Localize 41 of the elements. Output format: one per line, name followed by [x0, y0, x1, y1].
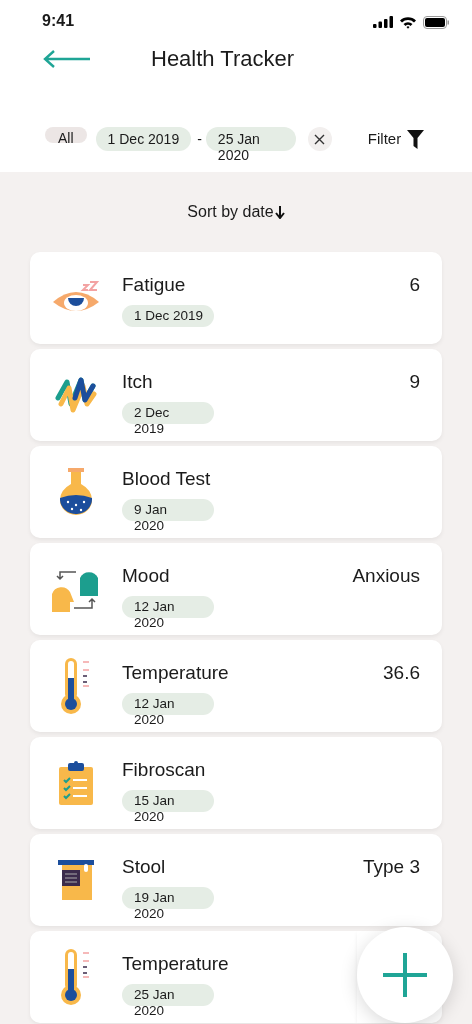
start-date-chip[interactable]: 1 Dec 2019	[95, 127, 192, 151]
wifi-icon	[399, 15, 417, 29]
entry-card[interactable]: Itch 2 Dec 2019 9	[30, 349, 442, 441]
entry-card[interactable]: Temperature 12 Jan 2020 36.6	[30, 640, 442, 732]
sample-box-icon	[58, 860, 94, 900]
entry-name: Itch	[122, 371, 154, 393]
clear-button[interactable]	[307, 127, 332, 151]
entry-value: Anxious	[352, 564, 420, 588]
entry-name: Temperature	[122, 662, 230, 684]
entry-name: Blood Test	[122, 468, 212, 490]
entry-value: Type 3	[362, 855, 420, 879]
entry-value: 6	[409, 273, 420, 297]
entry-card[interactable]: Fibroscan 15 Jan 2020	[30, 737, 442, 829]
plus-icon	[383, 953, 427, 997]
end-date-chip[interactable]: 25 Jan 2020	[205, 127, 296, 167]
entry-card[interactable]: Fatigue 1 Dec 2019 6	[30, 252, 442, 344]
close-icon	[314, 133, 326, 145]
entry-name: Mood	[122, 565, 171, 587]
entry-name: Fibroscan	[122, 759, 207, 781]
all-filter-chip[interactable]: All	[45, 127, 87, 143]
entry-value: 36.6	[383, 661, 420, 685]
entry-name: Fatigue	[122, 274, 187, 296]
entry-date: 1 Dec 2019	[122, 305, 216, 327]
back-arrow-icon[interactable]	[42, 49, 92, 69]
signal-icon	[373, 16, 393, 28]
sort-label[interactable]: Sort by date	[187, 203, 274, 221]
entry-card[interactable]: Mood 12 Jan 2020 Anxious	[30, 543, 442, 635]
entry-name: Stool	[122, 856, 167, 878]
battery-icon	[423, 15, 450, 29]
status-time: 9:41	[42, 12, 75, 30]
entry-name: Temperature	[122, 953, 230, 975]
filter-icon[interactable]	[407, 129, 425, 149]
entry-card[interactable]: Blood Test 9 Jan 2020	[30, 446, 442, 538]
entry-value: 9	[409, 370, 420, 394]
page-title: Health Tracker	[151, 46, 295, 72]
clipboard-icon	[59, 761, 93, 805]
date-separator: -	[197, 131, 202, 147]
entry-card[interactable]: Stool 19 Jan 2020 Type 3	[30, 834, 442, 926]
flask-icon	[58, 468, 94, 516]
down-arrow-icon[interactable]	[274, 205, 285, 219]
filter-label[interactable]: Filter	[367, 127, 402, 151]
